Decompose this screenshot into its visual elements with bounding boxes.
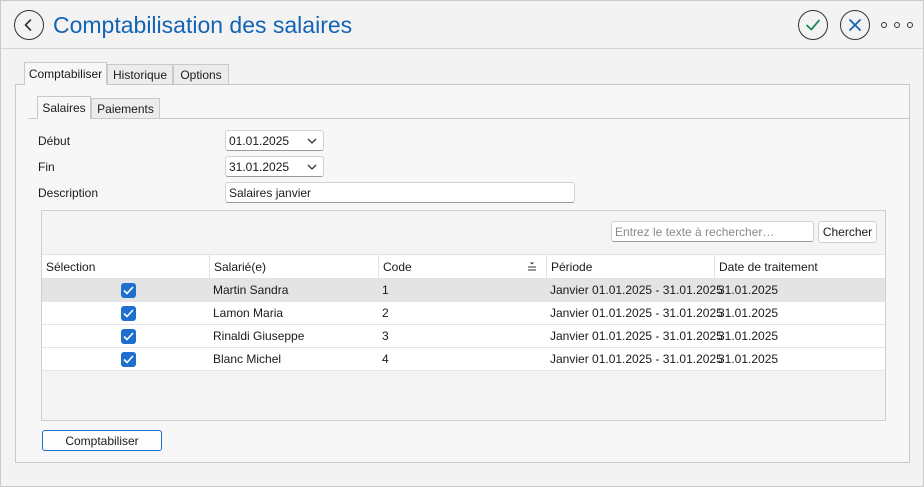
cell-employee: Lamon Maria bbox=[213, 306, 284, 320]
tab-paiements[interactable]: Paiements bbox=[91, 98, 160, 119]
description-label: Description bbox=[38, 186, 99, 200]
column-header-selection[interactable]: Sélection bbox=[42, 255, 209, 279]
tab-options[interactable]: Options bbox=[173, 64, 229, 85]
table-row[interactable]: Rinaldi Giuseppe 3 Janvier 01.01.2025 - … bbox=[42, 325, 885, 348]
post-button[interactable]: Comptabiliser bbox=[42, 430, 162, 451]
back-arrow-icon bbox=[24, 19, 32, 31]
chevron-down-icon bbox=[301, 164, 323, 170]
start-date-picker[interactable]: 01.01.2025 bbox=[225, 130, 324, 151]
window: Comptabilisation des salaires Comptabili… bbox=[0, 0, 924, 487]
tab-label: Salaires bbox=[42, 101, 86, 115]
cell-processing-date: 31.01.2025 bbox=[718, 329, 779, 343]
page-title: Comptabilisation des salaires bbox=[53, 12, 353, 38]
salary-table: Sélection Salarié(e) Code Période Date d… bbox=[42, 254, 885, 371]
cell-processing-date: 31.01.2025 bbox=[718, 283, 779, 297]
table-header: Sélection Salarié(e) Code Période Date d… bbox=[42, 254, 885, 279]
checkmark-icon bbox=[123, 354, 134, 364]
start-date-value: 01.01.2025 bbox=[229, 133, 290, 148]
cell-period: Janvier 01.01.2025 - 31.01.2025 bbox=[550, 352, 723, 366]
column-header-processing-date[interactable]: Date de traitement bbox=[714, 255, 885, 279]
more-icon bbox=[907, 22, 913, 28]
end-date-value: 31.01.2025 bbox=[229, 159, 290, 174]
row-checkbox[interactable] bbox=[121, 282, 136, 298]
row-checkbox[interactable] bbox=[121, 305, 136, 321]
search-button-label: Chercher bbox=[822, 225, 873, 239]
cell-period: Janvier 01.01.2025 - 31.01.2025 bbox=[550, 306, 723, 320]
more-button[interactable] bbox=[881, 17, 913, 33]
tab-historique[interactable]: Historique bbox=[107, 64, 173, 85]
table-row[interactable]: Martin Sandra 1 Janvier 01.01.2025 - 31.… bbox=[42, 279, 885, 302]
check-icon bbox=[806, 19, 820, 31]
search-placeholder: Entrez le texte à rechercher… bbox=[615, 224, 775, 239]
cell-period: Janvier 01.01.2025 - 31.01.2025 bbox=[550, 283, 723, 297]
sort-icon bbox=[528, 262, 536, 271]
end-date-label: Fin bbox=[38, 160, 55, 174]
close-button[interactable] bbox=[840, 10, 870, 40]
column-header-code[interactable]: Code bbox=[378, 255, 546, 279]
more-icon bbox=[881, 22, 887, 28]
ok-button[interactable] bbox=[798, 10, 828, 40]
cell-processing-date: 31.01.2025 bbox=[718, 306, 779, 320]
title-bar: Comptabilisation des salaires bbox=[1, 1, 923, 49]
cell-code: 2 bbox=[382, 306, 389, 320]
column-header-employee[interactable]: Salarié(e) bbox=[209, 255, 378, 279]
tab-label: Comptabiliser bbox=[28, 67, 103, 81]
cell-processing-date: 31.01.2025 bbox=[718, 352, 779, 366]
tab-comptabiliser[interactable]: Comptabiliser bbox=[24, 62, 107, 85]
cell-code: 1 bbox=[382, 283, 389, 297]
more-icon bbox=[894, 22, 900, 28]
checkmark-icon bbox=[123, 285, 134, 295]
search-input[interactable]: Entrez le texte à rechercher… bbox=[611, 221, 814, 242]
cell-code: 4 bbox=[382, 352, 389, 366]
description-input[interactable]: Salaires janvier bbox=[225, 182, 575, 203]
column-header-period[interactable]: Période bbox=[546, 255, 714, 279]
checkmark-icon bbox=[123, 308, 134, 318]
search-button[interactable]: Chercher bbox=[818, 221, 877, 243]
close-icon bbox=[849, 19, 861, 31]
cell-employee: Martin Sandra bbox=[213, 283, 289, 297]
row-checkbox[interactable] bbox=[121, 351, 136, 367]
table-row[interactable]: Lamon Maria 2 Janvier 01.01.2025 - 31.01… bbox=[42, 302, 885, 325]
end-date-picker[interactable]: 31.01.2025 bbox=[225, 156, 324, 177]
chevron-down-icon bbox=[301, 138, 323, 144]
row-checkbox[interactable] bbox=[121, 328, 136, 344]
description-value: Salaires janvier bbox=[229, 185, 312, 200]
start-date-label: Début bbox=[38, 134, 71, 148]
tab-label: Options bbox=[180, 68, 222, 82]
checkmark-icon bbox=[123, 331, 134, 341]
tab-salaires[interactable]: Salaires bbox=[37, 96, 91, 119]
back-button[interactable] bbox=[14, 10, 44, 40]
cell-period: Janvier 01.01.2025 - 31.01.2025 bbox=[550, 329, 723, 343]
post-button-label: Comptabiliser bbox=[65, 433, 139, 448]
tab-label: Paiements bbox=[97, 102, 154, 116]
tab-label: Historique bbox=[112, 68, 168, 82]
table-row[interactable]: Blanc Michel 4 Janvier 01.01.2025 - 31.0… bbox=[42, 348, 885, 371]
cell-employee: Blanc Michel bbox=[213, 352, 282, 366]
cell-code: 3 bbox=[382, 329, 389, 343]
cell-employee: Rinaldi Giuseppe bbox=[213, 329, 305, 343]
